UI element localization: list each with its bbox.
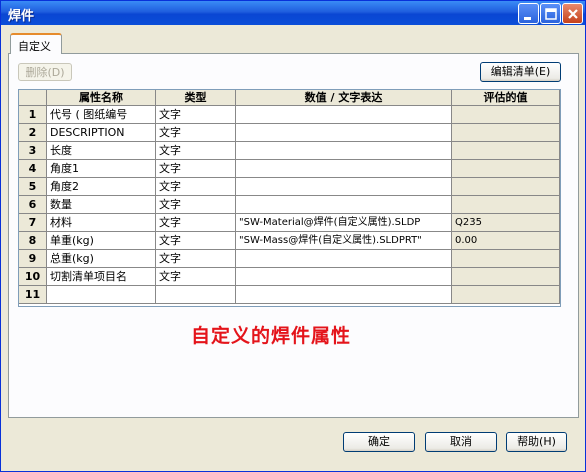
evaluated-value-cell [452,196,560,214]
expression-cell[interactable] [236,268,452,286]
property-name-cell[interactable]: 代号 ( 图纸编号 [47,106,156,124]
help-button[interactable]: 帮助(H) [506,432,567,452]
title-bar[interactable]: 焊件 [1,1,585,25]
row-number[interactable]: 3 [19,142,47,160]
maximize-icon [545,8,557,20]
property-name-cell[interactable]: 长度 [47,142,156,160]
column-header[interactable]: 数值 / 文字表达 [236,90,452,106]
row-number[interactable]: 5 [19,178,47,196]
expression-cell[interactable] [236,142,452,160]
property-name-cell[interactable]: 数量 [47,196,156,214]
minimize-icon [524,17,531,20]
property-name-cell[interactable]: 材料 [47,214,156,232]
minimize-button[interactable] [518,3,539,24]
close-button[interactable] [562,3,583,24]
tab-custom[interactable]: 自定义 [10,33,62,54]
row-number[interactable]: 6 [19,196,47,214]
weldment-dialog: 焊件 自定义 删除(D) 编辑清单(E) 属性名称 类型 数值 / 文字表达 评估的值… [0,0,586,472]
column-header[interactable]: 类型 [156,90,236,106]
property-type-cell[interactable]: 文字 [156,250,236,268]
expression-cell[interactable] [236,106,452,124]
ok-button[interactable]: 确定 [343,432,415,452]
expression-cell[interactable] [236,196,452,214]
column-header[interactable]: 评估的值 [452,90,560,106]
property-name-cell[interactable]: 角度2 [47,178,156,196]
expression-cell[interactable] [236,160,452,178]
evaluated-value-cell [452,250,560,268]
evaluated-value-cell: Q235 [452,214,560,232]
property-name-cell[interactable]: 单重(kg) [47,232,156,250]
expression-cell[interactable] [236,286,452,304]
delete-button[interactable]: 删除(D) [18,63,72,81]
property-type-cell[interactable]: 文字 [156,124,236,142]
window-title: 焊件 [8,9,35,24]
maximize-button[interactable] [540,3,561,24]
cancel-button[interactable]: 取消 [425,432,497,452]
evaluated-value-cell [452,106,560,124]
row-number[interactable]: 4 [19,160,47,178]
evaluated-value-cell [452,142,560,160]
evaluated-value-cell [452,124,560,142]
row-number[interactable]: 10 [19,268,47,286]
property-type-cell[interactable] [156,286,236,304]
property-type-cell[interactable]: 文字 [156,142,236,160]
caption-text: 自定义的焊件属性 [191,325,352,347]
property-name-cell[interactable] [47,286,156,304]
property-name-cell[interactable]: 切割清单项目名 [47,268,156,286]
property-name-cell[interactable]: DESCRIPTION [47,124,156,142]
row-number[interactable]: 2 [19,124,47,142]
edit-list-button[interactable]: 编辑清单(E) [480,62,561,82]
row-number[interactable]: 1 [19,106,47,124]
evaluated-value-cell [452,178,560,196]
expression-cell[interactable]: "SW-Material@焊件(自定义属性).SLDP [236,214,452,232]
property-type-cell[interactable]: 文字 [156,160,236,178]
properties-table: 属性名称 类型 数值 / 文字表达 评估的值 1 代号 ( 图纸编号 文字 2 DESCRIPT… [18,89,561,307]
row-number[interactable]: 11 [19,286,47,304]
table-corner [19,90,47,106]
expression-cell[interactable] [236,178,452,196]
close-icon [568,9,578,19]
property-type-cell[interactable]: 文字 [156,232,236,250]
row-number[interactable]: 8 [19,232,47,250]
expression-cell[interactable] [236,250,452,268]
evaluated-value-cell [452,160,560,178]
property-type-cell[interactable]: 文字 [156,106,236,124]
evaluated-value-cell [452,286,560,304]
row-number[interactable]: 9 [19,250,47,268]
evaluated-value-cell: 0.00 [452,232,560,250]
property-type-cell[interactable]: 文字 [156,268,236,286]
property-type-cell[interactable]: 文字 [156,178,236,196]
property-name-cell[interactable]: 角度1 [47,160,156,178]
evaluated-value-cell [452,268,560,286]
row-number[interactable]: 7 [19,214,47,232]
property-type-cell[interactable]: 文字 [156,214,236,232]
tab-custom-label: 自定义 [18,40,51,53]
column-header[interactable]: 属性名称 [47,90,156,106]
expression-cell[interactable] [236,124,452,142]
expression-cell[interactable]: "SW-Mass@焊件(自定义属性).SLDPRT" [236,232,452,250]
property-name-cell[interactable]: 总重(kg) [47,250,156,268]
property-type-cell[interactable]: 文字 [156,196,236,214]
